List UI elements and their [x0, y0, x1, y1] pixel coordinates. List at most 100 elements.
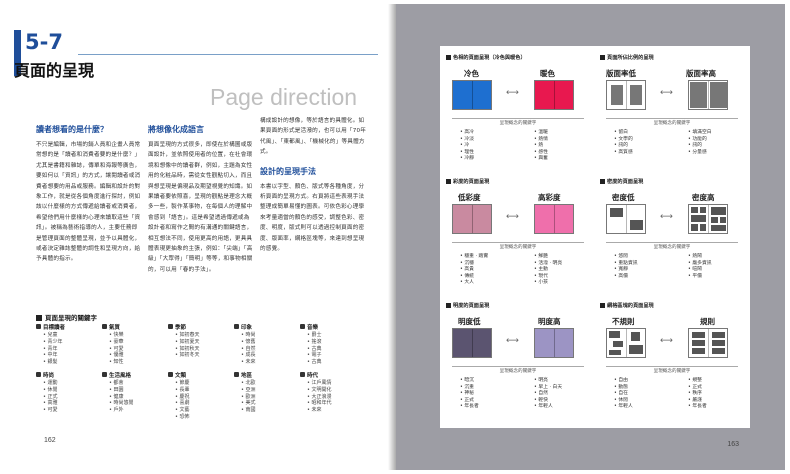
concept-label: 呈現概念的關鍵字: [499, 121, 537, 126]
column-heading: 設計的呈現手法: [260, 166, 316, 176]
layout-high-density: [688, 204, 728, 234]
keyword-group: 時代江戶風情文明開化大正浪漫昭和年代未來: [300, 372, 358, 414]
square-bullet-icon: [446, 54, 451, 60]
double-arrow-icon: ⟷: [660, 212, 673, 222]
panel-label-right: 明度高: [538, 317, 561, 326]
double-arrow-icon: ⟷: [660, 88, 673, 98]
swatch-low-lightness: [452, 328, 492, 358]
bullet-list-right: 溫暖熱情熱感性興奮: [534, 130, 548, 163]
panel-label-right: 暖色: [540, 69, 555, 78]
section-title: 頁面的呈現: [14, 61, 95, 80]
column-body: 構成設計的想像，等於語言的具體化。如果頁面的形式是活潑的，也可以用「70年代風」…: [260, 118, 367, 156]
panel-saturation: 彩度的頁面呈現 低彩度 高彩度 ⟷ 呈現概念的關鍵字 穩重 · 踏實沉穩高貴傳統…: [446, 178, 590, 290]
swatch-cool: [452, 80, 492, 110]
keyword-group: 印象時尚懷舊自然成長未來: [234, 324, 292, 366]
square-bullet-icon: [600, 178, 605, 184]
square-bullet-icon: [102, 324, 107, 329]
layout-low-area: [606, 80, 646, 110]
layout-low-density: [606, 204, 646, 234]
page-number-left: 162: [44, 437, 56, 444]
concept-label: 呈現概念的關鍵字: [653, 369, 691, 374]
keyword-group: 季節如初春天如初夏天如初秋天如初冬天: [168, 324, 226, 359]
column-heading: 將想像化成語言: [148, 125, 204, 134]
keyword-group: 時尚運動休閒正式高雅可愛: [36, 372, 94, 414]
keyword-group: 生活風格都會田園健康時尚悠閒戶外: [102, 372, 160, 414]
square-bullet-icon: [446, 178, 451, 184]
square-bullet-icon: [36, 324, 41, 329]
divider: [606, 242, 738, 243]
square-bullet-icon: [168, 324, 173, 329]
panel-grid: 網格區塊的頁面呈現 不規則 規則 ⟷ 呈現概念的關鍵字 自由動態自在休閒年輕人 …: [600, 302, 744, 414]
bullet-list-left: 自由動態自在休閒年輕人: [614, 378, 632, 411]
panel-hue: 色相的頁面呈現（冷色與暖色） 冷色 暖色 ⟷ 呈現概念的關鍵字 高冷冷淡冷理性冷…: [446, 54, 590, 166]
panel-label-right: 規則: [700, 317, 715, 326]
square-bullet-icon: [234, 324, 239, 329]
panel-label-left: 冷色: [464, 69, 479, 78]
square-bullet-icon: [36, 372, 41, 377]
swatch-high-lightness: [534, 328, 574, 358]
keyword-group: 文類節慶長輩慶祝喜劇文藝恐怖: [168, 372, 226, 421]
panel-label-right: 密度高: [692, 193, 715, 202]
panel-label-left: 明度低: [458, 317, 481, 326]
panel-label-left: 不規則: [612, 317, 635, 326]
swatch-high-saturation: [534, 204, 574, 234]
keyword-group: 目標讀者兒童青少年青年中年銀髮: [36, 324, 94, 366]
panel-type-area: 頁面所佔比例的呈現 版面率低 版面率高 ⟷ 呈現概念的關鍵字 留白文學的訊的高質…: [600, 54, 744, 166]
bullet-list-left: 穩重 · 踏實沉穩高貴傳統大人: [460, 254, 488, 287]
layout-regular-grid: [688, 328, 728, 358]
column-body: 本書以字型、顏色、版式等各種角度，分析頁面的呈現方式。右頁將這些表現手法整理成簡…: [260, 183, 365, 253]
square-bullet-icon: [102, 372, 107, 377]
panel-label-left: 低彩度: [458, 193, 481, 202]
square-bullet-icon: [446, 302, 451, 308]
bullet-list-left: 暗沉沉重神秘正式年長者: [460, 378, 478, 411]
panel-density: 密度的頁面呈現 密度低 密度高 ⟷ 呈現概念的關鍵字 悠閒重點資訊寬靜高價 熱鬧…: [600, 178, 744, 290]
divider: [606, 366, 738, 367]
section-number: 5-7: [25, 30, 63, 54]
text-column-1: 讀者想看的是什麼？ 不只是編輯，市場的銷人員和企畫人員常常想的是「讀者和消費者要…: [36, 124, 143, 265]
concept-label: 呈現概念的關鍵字: [653, 245, 691, 250]
page-number-right: 163: [727, 441, 739, 448]
square-bullet-icon: [600, 302, 605, 308]
panel-label-right: 高彩度: [538, 193, 561, 202]
section-title-english: Page direction: [210, 84, 358, 110]
bullet-list-right: 熱鬧龐多資訊喧鬧平價: [688, 254, 711, 280]
layout-irregular-grid: [606, 328, 646, 358]
right-page-content: 色相的頁面呈現（冷色與暖色） 冷色 暖色 ⟷ 呈現概念的關鍵字 高冷冷淡冷理性冷…: [393, 4, 785, 470]
panel-label-left: 密度低: [612, 193, 635, 202]
bullet-list-left: 悠閒重點資訊寬靜高價: [614, 254, 637, 280]
square-bullet-icon: [300, 324, 305, 329]
text-column-2: 將想像化成語言 頁面呈現的方式很多，即使在於構圖或版面設計，並依照使用者的位置，…: [148, 124, 255, 275]
section-rule: [78, 54, 378, 55]
bullet-list-right: 鮮艷活潑 · 明亮主動現代小孩: [534, 254, 562, 287]
bullet-list-right: 規整正式秩序嚴謹年長者: [688, 378, 706, 411]
divider: [452, 366, 584, 367]
concept-label: 呈現概念的關鍵字: [499, 369, 537, 374]
column-body: 不只是編輯，市場的銷人員和企畫人員常常想的是「讀者和消費者要的是什麼？」尤其是書…: [36, 142, 141, 263]
bullet-list-left: 留白文學的訊的高質感: [614, 130, 632, 156]
layout-high-area: [688, 80, 728, 110]
column-heading: 讀者想看的是什麼？: [36, 125, 108, 134]
double-arrow-icon: ⟷: [506, 88, 519, 98]
double-arrow-icon: ⟷: [506, 336, 519, 346]
panel-label-left: 版面率低: [606, 69, 636, 78]
swatch-warm: [534, 80, 574, 110]
concept-label: 呈現概念的關鍵字: [653, 121, 691, 126]
swatch-low-saturation: [452, 204, 492, 234]
panel-lightness: 明度的頁面呈現 明度低 明度高 ⟷ 呈現概念的關鍵字 暗沉沉重神秘正式年長者 明…: [446, 302, 590, 414]
square-bullet-icon: [36, 315, 42, 321]
column-body: 頁面呈現的方式很多，即使在於構圖或版面設計，並依照使用者的位置，在社會環境和想像…: [148, 142, 253, 273]
keyword-group: 地區北歐亞洲歐洲美式南國: [234, 372, 292, 414]
bullet-list-right: 明亮早上 · 白天自然輕快年輕人: [534, 378, 562, 411]
concept-label: 呈現概念的關鍵字: [499, 245, 537, 250]
keywords-heading: 頁面呈現的關鍵字: [36, 312, 97, 322]
panel-label-right: 版面率高: [686, 69, 716, 78]
double-arrow-icon: ⟷: [506, 212, 519, 222]
keyword-group: 音樂爵士搖滾古典電子古典: [300, 324, 358, 366]
square-bullet-icon: [234, 372, 239, 377]
text-column-3: 構成設計的想像，等於語言的具體化。如果頁面的形式是活潑的，也可以用「70年代風」…: [260, 116, 367, 254]
double-arrow-icon: ⟷: [660, 336, 673, 346]
square-bullet-icon: [168, 372, 173, 377]
keyword-group: 氣質快樂豪華可愛優雅知性: [102, 324, 160, 366]
divider: [606, 118, 738, 119]
square-bullet-icon: [300, 372, 305, 377]
